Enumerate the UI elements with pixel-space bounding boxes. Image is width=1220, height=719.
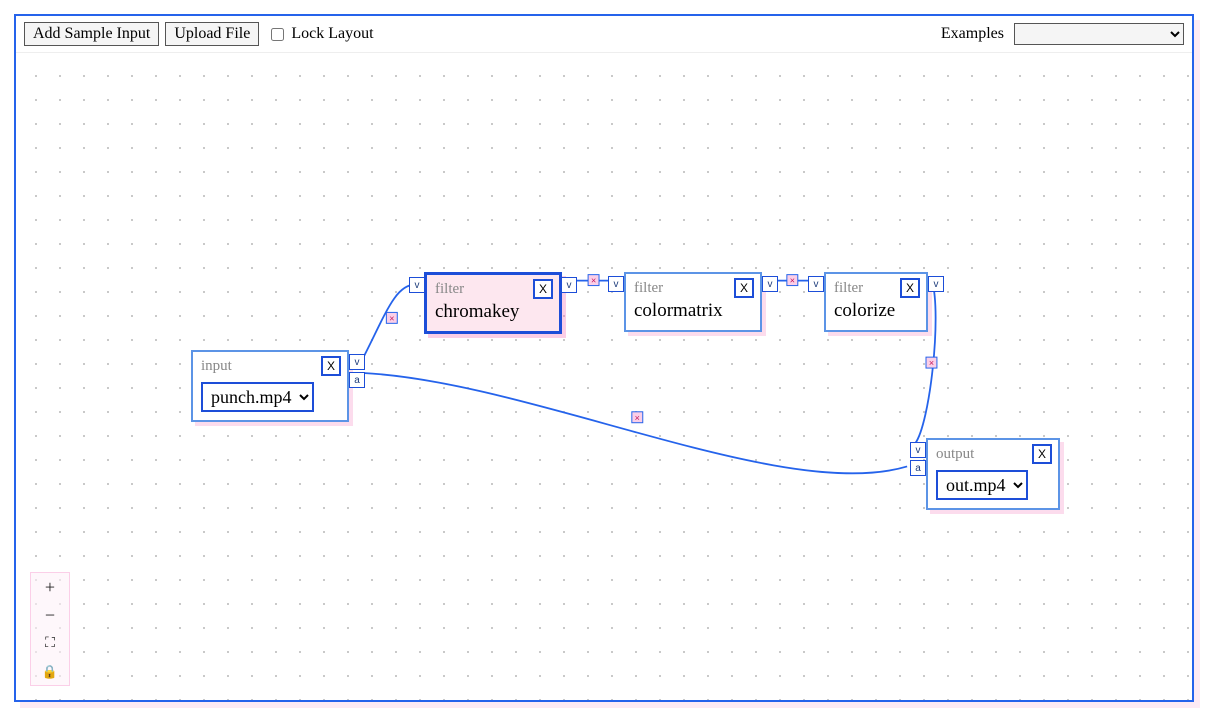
port-v-out[interactable]: v <box>928 276 944 292</box>
lock-view-button[interactable]: 🔒 <box>31 657 69 685</box>
node-input[interactable]: input X punch.mp4 v a <box>191 350 349 422</box>
lock-layout-toggle[interactable]: Lock Layout <box>267 25 373 44</box>
port-v-out[interactable]: v <box>762 276 778 292</box>
plus-icon: + <box>45 577 55 598</box>
svg-text:×: × <box>591 276 596 286</box>
port-v-in[interactable]: v <box>910 442 926 458</box>
node-filter-colorize[interactable]: filter X colorize v v <box>824 272 928 332</box>
svg-text:×: × <box>389 313 394 323</box>
node-title: colormatrix <box>634 300 752 322</box>
port-a-in[interactable]: a <box>910 460 926 476</box>
node-output[interactable]: output X out.mp4 v a <box>926 438 1060 510</box>
port-v-in[interactable]: v <box>409 277 425 293</box>
output-file-select[interactable]: out.mp4 <box>936 470 1028 500</box>
lock-icon: 🔒 <box>42 664 58 680</box>
node-close-button[interactable]: X <box>1032 444 1052 464</box>
graph-canvas[interactable]: × × × × × input X punch.mp4 <box>16 56 1192 700</box>
node-close-button[interactable]: X <box>321 356 341 376</box>
fit-view-button[interactable]: ⛶ <box>31 629 69 657</box>
lock-layout-checkbox[interactable] <box>271 28 284 41</box>
node-close-button[interactable]: X <box>900 278 920 298</box>
lock-layout-label: Lock Layout <box>291 25 373 43</box>
node-filter-chromakey[interactable]: filter X chromakey v v <box>424 272 562 334</box>
examples-select[interactable] <box>1014 23 1184 45</box>
fit-icon: ⛶ <box>45 636 55 652</box>
zoom-out-button[interactable]: − <box>31 601 69 629</box>
svg-text:×: × <box>635 413 640 423</box>
node-type-label: filter <box>834 280 863 297</box>
node-close-button[interactable]: X <box>533 279 553 299</box>
upload-file-button[interactable]: Upload File <box>165 22 259 46</box>
toolbar: Add Sample Input Upload File Lock Layout… <box>16 16 1192 53</box>
input-file-select[interactable]: punch.mp4 <box>201 382 314 412</box>
minus-icon: − <box>45 605 55 626</box>
node-title: chromakey <box>435 301 551 323</box>
port-v-out[interactable]: v <box>349 354 365 370</box>
node-type-label: output <box>936 446 974 463</box>
node-close-button[interactable]: X <box>734 278 754 298</box>
examples-label: Examples <box>941 25 1004 43</box>
port-a-out[interactable]: a <box>349 372 365 388</box>
view-controls: + − ⛶ 🔒 <box>30 572 70 686</box>
port-v-out[interactable]: v <box>561 277 577 293</box>
svg-text:×: × <box>929 358 934 368</box>
node-type-label: filter <box>634 280 663 297</box>
node-type-label: filter <box>435 281 464 298</box>
svg-text:×: × <box>790 276 795 286</box>
app-frame: Add Sample Input Upload File Lock Layout… <box>14 14 1194 702</box>
add-sample-input-button[interactable]: Add Sample Input <box>24 22 159 46</box>
node-type-label: input <box>201 358 232 375</box>
port-v-in[interactable]: v <box>608 276 624 292</box>
port-v-in[interactable]: v <box>808 276 824 292</box>
node-filter-colormatrix[interactable]: filter X colormatrix v v <box>624 272 762 332</box>
zoom-in-button[interactable]: + <box>31 573 69 601</box>
node-title: colorize <box>834 300 918 322</box>
